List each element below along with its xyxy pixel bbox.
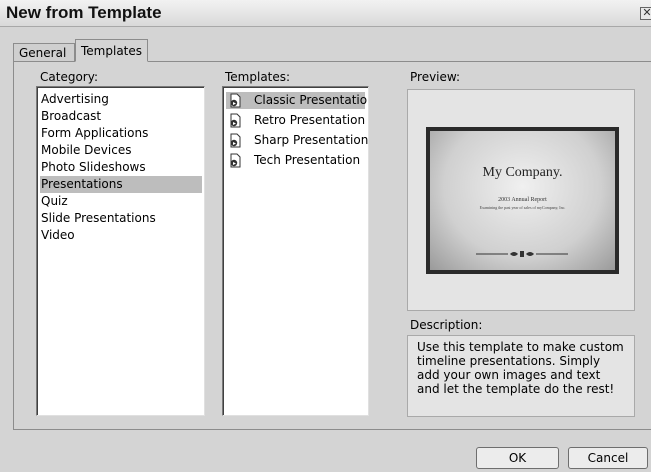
template-name: Retro Presentation xyxy=(254,113,366,127)
tab-templates[interactable]: Templates xyxy=(75,39,148,62)
list-item[interactable]: Form Applications xyxy=(40,125,202,142)
category-list[interactable]: Advertising Broadcast Form Applications … xyxy=(36,86,205,416)
ornament-icon xyxy=(476,251,568,257)
description-label: Description: xyxy=(410,318,483,332)
list-item[interactable]: Retro Presentation xyxy=(226,112,365,129)
template-name: Tech Presentation xyxy=(254,153,361,167)
new-from-template-dialog: New from Template ✕ General Templates Ca… xyxy=(0,0,651,472)
preview-label: Preview: xyxy=(410,70,461,84)
slide-report: 2003 Annual Report xyxy=(498,197,547,203)
close-icon[interactable]: ✕ xyxy=(640,7,651,20)
list-item[interactable]: Mobile Devices xyxy=(40,142,202,159)
tab-general-label: General xyxy=(19,46,67,60)
templates-label: Templates: xyxy=(225,70,291,84)
list-item[interactable]: Broadcast xyxy=(40,108,202,125)
slide-background: My Company. 2003 Annual Report Examining… xyxy=(430,131,615,270)
templates-list[interactable]: Classic Presentation Retro Presentation … xyxy=(222,86,369,416)
list-item[interactable]: Quiz xyxy=(40,193,202,210)
slide-thumbnail: My Company. 2003 Annual Report Examining… xyxy=(426,127,619,274)
tab-templates-label: Templates xyxy=(81,44,143,58)
list-item[interactable]: Tech Presentation xyxy=(226,152,365,169)
window-title: New from Template xyxy=(6,3,162,22)
slide-title: My Company. xyxy=(482,165,563,180)
document-icon xyxy=(230,93,241,108)
title-bar[interactable]: New from Template ✕ xyxy=(0,0,651,27)
slide-subtitle: Examining the past year of sales of myCo… xyxy=(479,205,566,210)
document-icon xyxy=(230,153,241,168)
list-item[interactable]: Slide Presentations xyxy=(40,210,202,227)
tab-general[interactable]: General xyxy=(13,43,75,61)
cancel-button[interactable]: Cancel xyxy=(568,447,648,469)
preview-pane: My Company. 2003 Annual Report Examining… xyxy=(407,89,635,311)
template-name: Classic Presentation xyxy=(254,93,369,107)
list-item[interactable]: Advertising xyxy=(40,91,202,108)
document-icon xyxy=(230,113,241,128)
ok-button[interactable]: OK xyxy=(476,447,559,469)
list-item[interactable]: Sharp Presentation xyxy=(226,132,369,149)
list-item[interactable]: Photo Slideshows xyxy=(40,159,202,176)
list-item-selected[interactable]: Classic Presentation xyxy=(226,92,368,109)
document-icon xyxy=(230,133,241,148)
list-item[interactable]: Video xyxy=(40,227,202,244)
template-name: Sharp Presentation xyxy=(254,133,369,147)
category-label: Category: xyxy=(40,70,98,84)
description-text: Use this template to make custom timelin… xyxy=(407,335,635,417)
list-item-selected[interactable]: Presentations xyxy=(40,176,202,193)
